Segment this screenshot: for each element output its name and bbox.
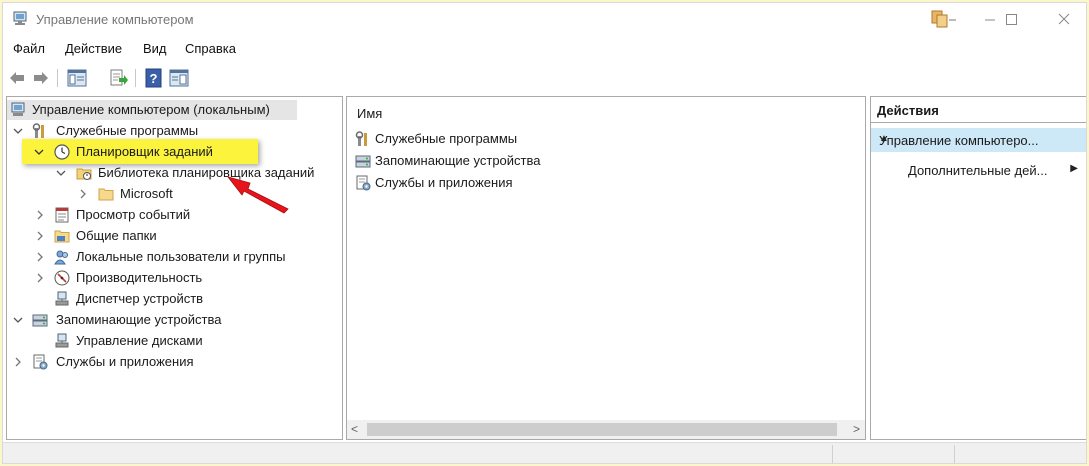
list-item-label: Служебные программы — [375, 131, 518, 146]
device-manager-icon — [55, 291, 69, 306]
services-icon — [356, 175, 371, 191]
toolbar: ? — [3, 65, 1086, 93]
shared-folder-icon — [54, 230, 70, 243]
tree-label: Служебные программы — [56, 123, 199, 138]
maximize-button[interactable] — [986, 3, 1032, 35]
horizontal-scrollbar[interactable]: < > — [347, 420, 865, 439]
back-arrow-icon[interactable] — [7, 68, 27, 88]
collapse-up-icon[interactable]: ▲ — [879, 133, 1078, 144]
tree-item-performance[interactable]: Производительность — [7, 268, 227, 288]
tools-icon — [32, 123, 44, 138]
restore-windows-button[interactable] — [916, 3, 962, 35]
chevron-right-icon[interactable] — [34, 251, 46, 263]
tree-item-event-viewer[interactable]: Просмотр событий — [7, 205, 227, 225]
column-header-name[interactable]: Имя — [357, 106, 382, 121]
list-item-label: Службы и приложения — [375, 175, 513, 190]
services-icon — [33, 354, 48, 370]
actions-title: Действия — [877, 103, 939, 118]
storage-icon — [355, 155, 371, 168]
tree-item-device-manager[interactable]: Диспетчер устройств — [7, 289, 227, 309]
computer-management-icon — [11, 102, 25, 116]
chevron-down-icon[interactable] — [33, 146, 45, 158]
tree-label: Планировщик заданий — [76, 144, 213, 159]
maximize-icon — [1006, 14, 1017, 25]
list-item[interactable]: Служебные программы — [355, 129, 575, 149]
forward-arrow-icon[interactable] — [31, 68, 51, 88]
computer-management-icon — [13, 11, 27, 25]
tree-label: Службы и приложения — [56, 354, 194, 369]
tree-item-microsoft[interactable]: Microsoft — [7, 184, 207, 204]
chevron-right-icon[interactable] — [12, 356, 24, 368]
show-hide-console-tree-icon[interactable] — [67, 68, 87, 88]
status-bar — [3, 442, 1086, 463]
tree-item-disk-management[interactable]: Управление дисками — [7, 331, 227, 351]
window-title: Управление компьютером — [36, 12, 194, 27]
chevron-down-icon[interactable] — [12, 314, 24, 326]
list-item[interactable]: Службы и приложения — [355, 173, 575, 193]
show-hide-action-pane-icon[interactable] — [169, 68, 189, 88]
tree-label: Управление компьютером (локальным) — [32, 102, 270, 117]
svg-text:?: ? — [150, 71, 158, 86]
performance-icon — [54, 270, 70, 286]
status-separator — [954, 445, 955, 463]
menu-help[interactable]: Справка — [185, 41, 236, 56]
actions-group-computer-management[interactable]: Управление компьютеро... ▲ — [871, 128, 1086, 152]
users-icon — [54, 250, 68, 265]
chevron-down-icon[interactable] — [12, 125, 24, 137]
toolbar-separator — [135, 69, 136, 87]
event-viewer-icon — [55, 207, 69, 223]
tree-label: Просмотр событий — [76, 207, 191, 222]
export-list-icon[interactable] — [109, 68, 129, 88]
submenu-arrow-icon[interactable]: ▶ — [1070, 163, 1078, 174]
tree-item-shared-folders[interactable]: Общие папки — [7, 226, 207, 246]
tree-label: Производительность — [76, 270, 203, 285]
tools-icon — [355, 131, 367, 146]
tree-item-storage[interactable]: Запоминающие устройства — [7, 310, 247, 330]
actions-header: Действия — [871, 97, 1086, 123]
clock-icon — [54, 144, 70, 160]
chevron-right-icon[interactable] — [34, 209, 46, 221]
tree-label: Диспетчер устройств — [76, 291, 204, 306]
chevron-right-icon[interactable] — [34, 272, 46, 284]
folder-icon — [98, 188, 114, 201]
list-item-label: Запоминающие устройства — [375, 153, 541, 168]
tree-label: Управление дисками — [76, 333, 203, 348]
tree-item-services-apps[interactable]: Службы и приложения — [7, 352, 227, 372]
scrollbar-thumb[interactable] — [367, 423, 837, 436]
console-tree-pane[interactable]: Управление компьютером (локальным) Служе… — [6, 96, 343, 440]
folder-clock-icon — [76, 168, 92, 180]
red-pointer-arrow-icon — [226, 176, 289, 214]
status-separator — [832, 445, 833, 463]
tree-label: Локальные пользователи и группы — [76, 249, 286, 264]
chevron-right-icon[interactable] — [34, 230, 46, 242]
tree-item-local-users[interactable]: Локальные пользователи и группы — [7, 247, 317, 267]
tree-item-task-scheduler[interactable]: Планировщик заданий — [7, 142, 257, 162]
menu-view[interactable]: Вид — [143, 41, 167, 56]
close-icon — [1058, 13, 1070, 25]
tree-label: Общие папки — [76, 228, 157, 243]
more-actions-item[interactable]: Дополнительные дей... — [908, 163, 1047, 178]
menu-action[interactable]: Действие — [65, 41, 122, 56]
tree-label: Microsoft — [120, 186, 173, 201]
toolbar-separator — [57, 69, 58, 87]
tree-item-root[interactable]: Управление компьютером (локальным) — [7, 100, 297, 120]
windows-stack-icon — [931, 10, 956, 28]
computer-management-window: Управление компьютером Файл Действие Вид… — [2, 2, 1087, 464]
disk-management-icon — [55, 333, 69, 348]
chevron-right-icon[interactable] — [77, 188, 89, 200]
close-button[interactable] — [1041, 3, 1086, 35]
results-pane[interactable]: Имя Служебные программы Запоминающие уст… — [346, 96, 866, 440]
chevron-down-icon[interactable] — [55, 167, 67, 179]
menu-file[interactable]: Файл — [13, 41, 45, 56]
storage-icon — [32, 314, 48, 327]
tree-label: Запоминающие устройства — [56, 312, 222, 327]
scroll-left-icon[interactable]: < — [351, 422, 358, 436]
tree-item-system-tools[interactable]: Служебные программы — [7, 121, 337, 141]
actions-pane: Действия Управление компьютеро... ▲ Допо… — [870, 96, 1086, 440]
help-icon[interactable]: ? — [144, 68, 164, 88]
scroll-right-icon[interactable]: > — [853, 422, 860, 436]
list-item[interactable]: Запоминающие устройства — [355, 151, 575, 171]
title-bar[interactable]: Управление компьютером — [3, 3, 1086, 35]
